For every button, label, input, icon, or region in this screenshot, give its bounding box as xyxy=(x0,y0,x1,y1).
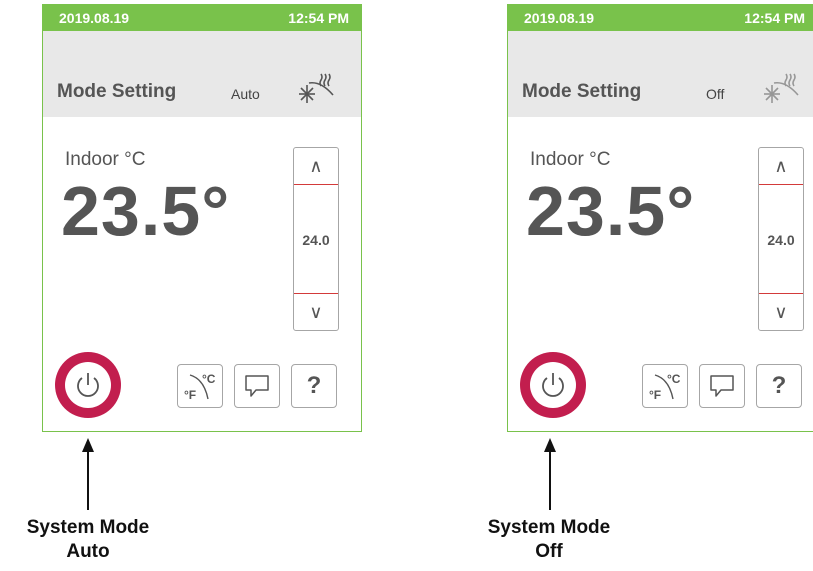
svg-text:°C: °C xyxy=(667,372,681,386)
status-time: 12:54 PM xyxy=(744,10,805,26)
unit-toggle-icon: °C °F xyxy=(649,372,681,402)
setpoint-up-button[interactable]: ∧ xyxy=(759,148,803,185)
help-icon: ? xyxy=(306,372,322,399)
callout-arrow-auto xyxy=(82,438,94,510)
power-icon xyxy=(542,373,564,397)
thermostat-screen-off: 2019.08.19 12:54 PM Mode Setting Off Ind… xyxy=(507,4,813,432)
status-date: 2019.08.19 xyxy=(59,10,130,26)
caption-line2: Auto xyxy=(66,541,110,562)
power-button[interactable] xyxy=(55,352,121,418)
unit-toggle-button[interactable]: °C °F xyxy=(177,364,223,408)
indoor-temperature: 23.5° xyxy=(61,172,231,250)
setpoint-down-button[interactable]: ∨ xyxy=(294,293,338,330)
setpoint-down-button[interactable]: ∨ xyxy=(759,293,803,330)
svg-text:°C: °C xyxy=(202,372,216,386)
status-date: 2019.08.19 xyxy=(524,10,595,26)
status-bar: 2019.08.19 12:54 PM xyxy=(43,5,361,31)
caption-line1: System Mode xyxy=(487,517,611,538)
mode-setting-title: Mode Setting xyxy=(522,81,642,102)
setpoint-value: 24.0 xyxy=(302,232,330,248)
status-bar: 2019.08.19 12:54 PM xyxy=(508,5,813,31)
caption-line1: System Mode xyxy=(26,517,150,538)
callout-arrow-off xyxy=(544,438,556,510)
thermostat-screen-auto: 2019.08.19 12:54 PM Mode Setting Auto In… xyxy=(42,4,362,432)
unit-toggle-icon: °C °F xyxy=(184,372,216,402)
svg-text:°F: °F xyxy=(649,388,661,402)
power-button[interactable] xyxy=(520,352,586,418)
setpoint-control: ∧ 24.0 ∨ xyxy=(758,147,804,331)
mode-setting-value: Off xyxy=(706,86,725,102)
setpoint-value: 24.0 xyxy=(767,232,795,248)
caption-system-mode-off: System Mode Off xyxy=(449,516,649,564)
help-icon: ? xyxy=(771,372,787,399)
indoor-label: Indoor °C xyxy=(65,149,146,170)
help-button[interactable]: ? xyxy=(291,364,337,408)
message-icon xyxy=(245,375,269,397)
indoor-temperature: 23.5° xyxy=(526,172,696,250)
mode-setting-bar[interactable]: Mode Setting Off xyxy=(508,31,813,117)
message-button[interactable] xyxy=(234,364,280,408)
setpoint-control: ∧ 24.0 ∨ xyxy=(293,147,339,331)
unit-toggle-button[interactable]: °C °F xyxy=(642,364,688,408)
power-icon xyxy=(77,373,99,397)
caption-system-mode-auto: System Mode Auto xyxy=(0,516,188,564)
snowflake-heat-icon xyxy=(299,73,334,103)
mode-setting-value: Auto xyxy=(231,86,260,102)
indoor-label: Indoor °C xyxy=(530,149,611,170)
message-button[interactable] xyxy=(699,364,745,408)
caption-line2: Off xyxy=(535,541,563,562)
help-button[interactable]: ? xyxy=(756,364,802,408)
mode-setting-bar[interactable]: Mode Setting Auto xyxy=(43,31,361,117)
setpoint-up-button[interactable]: ∧ xyxy=(294,148,338,185)
message-icon xyxy=(710,375,734,397)
mode-setting-title: Mode Setting xyxy=(57,81,177,102)
snowflake-heat-icon xyxy=(764,73,799,103)
status-time: 12:54 PM xyxy=(288,10,349,26)
svg-text:°F: °F xyxy=(184,388,196,402)
